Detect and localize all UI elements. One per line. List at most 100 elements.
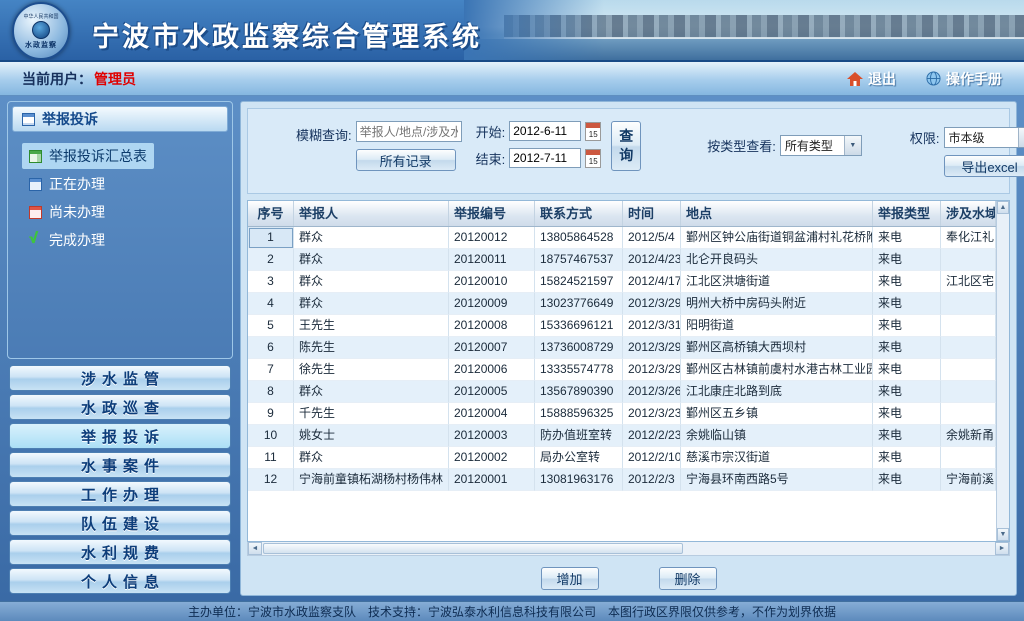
table-cell: 20120005 — [449, 381, 535, 403]
table-cell — [941, 403, 996, 425]
table-row[interactable]: 12宁海前童镇柘湖杨村杨伟林20120001130819631762012/2/… — [248, 469, 996, 491]
scroll-up-icon[interactable]: ▲ — [997, 201, 1009, 214]
sidebar: 举报投诉 举报投诉汇总表正在办理尚未办理完成办理 涉水监管水政巡查举报投诉水事案… — [7, 101, 233, 596]
table-row[interactable]: 4群众20120009130237766492012/3/29明州大桥中房码头附… — [248, 293, 996, 315]
scroll-left-icon[interactable]: ◄ — [248, 542, 262, 555]
in-progress-icon — [29, 178, 42, 191]
nav-button[interactable]: 工作办理 — [9, 481, 231, 507]
end-calendar-icon[interactable]: 15 — [585, 149, 601, 168]
column-header[interactable]: 时间 — [623, 201, 681, 226]
table-cell: 20120003 — [449, 425, 535, 447]
column-header[interactable]: 举报编号 — [449, 201, 535, 226]
horizontal-scrollbar[interactable]: ◄ ► — [247, 542, 1010, 556]
add-button[interactable]: 增加 — [541, 567, 599, 590]
nav-button[interactable]: 涉水监管 — [9, 365, 231, 391]
nav-button[interactable]: 队伍建设 — [9, 510, 231, 536]
footer: 主办单位：宁波市水政监察支队 技术支持：宁波弘泰水利信息科技有限公司 本图行政区… — [0, 601, 1024, 621]
current-user-name: 管理员 — [94, 69, 136, 89]
column-header[interactable]: 涉及水域 — [941, 201, 996, 226]
type-select[interactable]: 所有类型 ▼ — [780, 135, 862, 156]
scrollbar-thumb[interactable] — [263, 543, 683, 554]
scroll-right-icon[interactable]: ► — [995, 542, 1009, 555]
logo-top-text: 中华人民共和国 — [23, 13, 58, 20]
nav-button[interactable]: 水利规费 — [9, 539, 231, 565]
table-cell: 鄞州区古林镇前虞村水港古林工业园区 — [681, 359, 873, 381]
table-cell: 陈先生 — [294, 337, 449, 359]
table-cell: 来电 — [873, 403, 941, 425]
table-body: 1群众20120012138058645282012/5/4鄞州区钟公庙街道铜盆… — [248, 227, 996, 491]
table-cell: 群众 — [294, 249, 449, 271]
column-header[interactable]: 序号 — [248, 201, 294, 226]
main-region: 举报投诉 举报投诉汇总表正在办理尚未办理完成办理 涉水监管水政巡查举报投诉水事案… — [0, 96, 1024, 601]
sidebar-panel-title-label: 举报投诉 — [42, 109, 98, 129]
app-logo: 中华人民共和国 水政监察 — [12, 2, 70, 60]
vertical-scrollbar[interactable]: ▲ ▼ — [996, 201, 1009, 541]
table-cell — [941, 381, 996, 403]
nav-button[interactable]: 举报投诉 — [9, 423, 231, 449]
table-cell: 群众 — [294, 381, 449, 403]
table-row[interactable]: 1群众20120012138058645282012/5/4鄞州区钟公庙街道铜盆… — [248, 227, 996, 249]
nav-button[interactable]: 水政巡查 — [9, 394, 231, 420]
column-header[interactable]: 举报类型 — [873, 201, 941, 226]
search-button[interactable]: 查询 — [611, 121, 641, 171]
chevron-down-icon: ▼ — [1018, 128, 1024, 147]
table-row[interactable]: 11群众20120002局办公室转2012/2/10慈溪市宗汉街道来电 — [248, 447, 996, 469]
sidebar-menu: 举报投诉汇总表正在办理尚未办理完成办理 — [12, 143, 228, 253]
fuzzy-query-label: 模糊查询: — [296, 125, 352, 144]
scroll-down-icon[interactable]: ▼ — [997, 528, 1009, 541]
table-cell: 15824521597 — [535, 271, 623, 293]
table-cell: 13023776649 — [535, 293, 623, 315]
table-row[interactable]: 2群众20120011187574675372012/4/23北仑开良码头来电 — [248, 249, 996, 271]
table-cell: 2012/2/23 — [623, 425, 681, 447]
app-title: 宁波市水政监察综合管理系统 — [92, 15, 482, 54]
table-cell: 20120009 — [449, 293, 535, 315]
fuzzy-query-input[interactable] — [356, 121, 462, 142]
filter-bar: 模糊查询: 所有记录 开始: 15 结束: 15 — [247, 108, 1010, 194]
logo-label: 水政监察 — [25, 40, 57, 50]
table-cell: 20120002 — [449, 447, 535, 469]
delete-button[interactable]: 删除 — [659, 567, 717, 590]
table-cell: 江北康庄北路到底 — [681, 381, 873, 403]
end-date-input[interactable] — [509, 148, 581, 168]
table-cell: 局办公室转 — [535, 447, 623, 469]
end-date-label: 结束: — [476, 149, 506, 168]
table-cell: 2012/4/17 — [623, 271, 681, 293]
table-cell: 20120001 — [449, 469, 535, 491]
table-cell: 鄞州区钟公庙街道铜盆浦村礼花桥附近 — [681, 227, 873, 249]
sidebar-item[interactable]: 举报投诉汇总表 — [22, 143, 154, 169]
start-calendar-icon[interactable]: 15 — [585, 122, 601, 141]
column-header[interactable]: 举报人 — [294, 201, 449, 226]
table-cell: 3 — [248, 271, 294, 293]
logout-button[interactable]: 退出 — [847, 69, 896, 89]
column-header[interactable]: 联系方式 — [535, 201, 623, 226]
chevron-down-icon: ▼ — [844, 136, 861, 155]
manual-button[interactable]: 操作手册 — [926, 69, 1002, 89]
sidebar-item[interactable]: 尚未办理 — [22, 199, 112, 225]
table-cell: 群众 — [294, 271, 449, 293]
table-cell: 明州大桥中房码头附近 — [681, 293, 873, 315]
table-row[interactable]: 6陈先生20120007137360087292012/3/29鄞州区高桥镇大西… — [248, 337, 996, 359]
sidebar-item[interactable]: 正在办理 — [22, 171, 112, 197]
sidebar-item[interactable]: 完成办理 — [22, 227, 112, 253]
table-row[interactable]: 9千先生20120004158885963252012/3/23鄞州区五乡镇来电 — [248, 403, 996, 425]
export-excel-button[interactable]: 导出excel — [944, 155, 1024, 177]
photo-fade — [464, 0, 1024, 60]
sidebar-panel-title[interactable]: 举报投诉 — [12, 106, 228, 132]
all-records-button[interactable]: 所有记录 — [356, 149, 456, 171]
table-cell: 防办值班室转 — [535, 425, 623, 447]
nav-button[interactable]: 水事案件 — [9, 452, 231, 478]
permission-select[interactable]: 市本级 ▼ — [944, 127, 1024, 148]
column-header[interactable]: 地点 — [681, 201, 873, 226]
table-row[interactable]: 8群众20120005135678903902012/3/26江北康庄北路到底来… — [248, 381, 996, 403]
table-row[interactable]: 5王先生20120008153366961212012/3/31阳明街道来电 — [248, 315, 996, 337]
table-row[interactable]: 7徐先生20120006133355747782012/3/29鄞州区古林镇前虞… — [248, 359, 996, 381]
table-cell: 来电 — [873, 337, 941, 359]
start-date-input[interactable] — [509, 121, 581, 141]
pending-icon — [29, 206, 42, 219]
table-cell: 18757467537 — [535, 249, 623, 271]
table-row[interactable]: 10姚女士20120003防办值班室转2012/2/23余姚临山镇来电余姚新甬 — [248, 425, 996, 447]
nav-button[interactable]: 个人信息 — [9, 568, 231, 594]
table-row[interactable]: 3群众20120010158245215972012/4/17江北区洪塘街道来电… — [248, 271, 996, 293]
table-cell: 4 — [248, 293, 294, 315]
userbar-actions: 退出 操作手册 — [847, 69, 1002, 89]
